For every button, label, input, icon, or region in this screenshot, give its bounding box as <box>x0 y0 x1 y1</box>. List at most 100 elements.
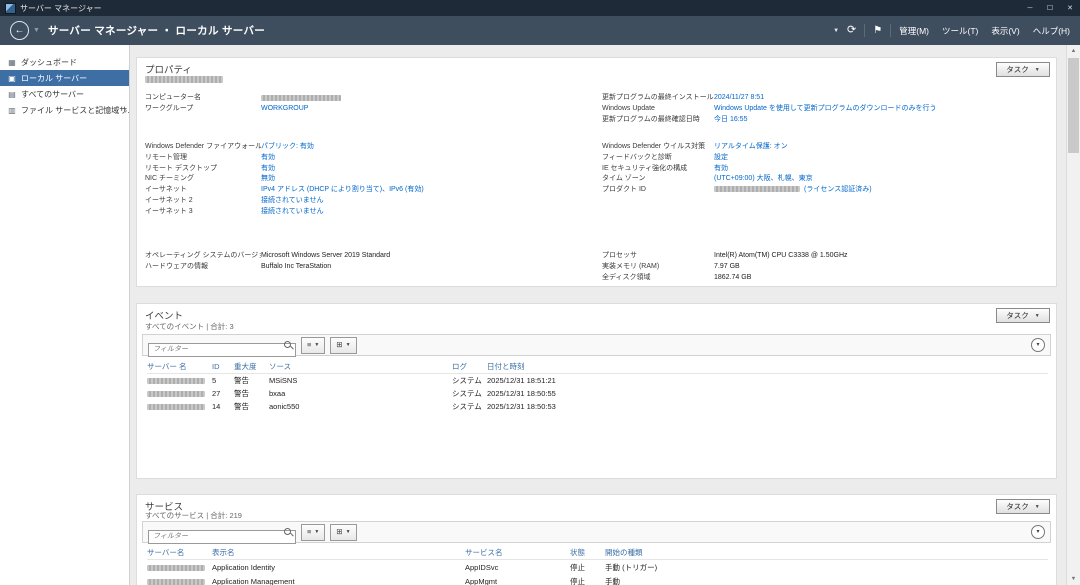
column-header[interactable]: サーバー名 <box>147 547 212 558</box>
service-display-name-cell: Application Identity <box>212 563 465 572</box>
notifications-caret-icon[interactable]: ▼ <box>833 28 839 34</box>
property-value[interactable] <box>261 95 341 101</box>
services-layout-menu-button[interactable]: ⊞ ▼ <box>330 524 356 541</box>
services-collapse-button[interactable]: ▾ <box>1031 525 1045 539</box>
sidebar-item-all-servers[interactable]: ▤ すべてのサーバー <box>0 86 129 102</box>
sidebar-item-file-storage-services[interactable]: ▥ ファイル サービスと記憶域サ... › <box>0 102 129 118</box>
service-row[interactable]: Application Identity AppIDSvc 停止 手動 (トリガ… <box>147 560 1048 574</box>
property-value[interactable]: 無効 <box>261 174 597 185</box>
property-row: ワークグループ WORKGROUP <box>145 104 597 115</box>
property-value[interactable]: 有効 <box>261 153 597 164</box>
scroll-down-icon[interactable]: ▼ <box>1067 573 1080 585</box>
column-header[interactable]: 開始の種類 <box>605 547 1048 558</box>
property-row: タイム ゾーン (UTC+09:00) 大阪、札幌、東京 <box>602 174 1048 185</box>
column-header[interactable]: ソース <box>269 361 452 372</box>
service-status-cell: 停止 <box>570 576 605 585</box>
events-tasks-button[interactable]: タスク ▼ <box>996 308 1050 323</box>
services-filter-input[interactable] <box>148 530 296 544</box>
main-content: プロパティ タスク ▼ コンピューター名 ワークグループ WORKGROUP <box>130 45 1066 585</box>
services-tasks-button[interactable]: タスク ▼ <box>996 499 1050 514</box>
property-value[interactable]: Buffalo Inc TeraStation <box>261 262 597 273</box>
notifications-flag-icon[interactable]: ⚑ <box>873 25 882 36</box>
property-value[interactable]: 有効 <box>714 164 1048 175</box>
property-value[interactable]: WORKGROUP <box>261 104 597 115</box>
history-caret-icon[interactable]: ▼ <box>33 27 40 34</box>
property-value[interactable]: 2024/11/27 8:51 <box>714 93 1048 104</box>
property-row: リモート管理 有効 <box>145 153 597 164</box>
property-value[interactable]: 接続されていません <box>261 207 597 218</box>
caret-down-icon: ▼ <box>346 529 351 535</box>
search-icon[interactable] <box>284 528 293 537</box>
property-value[interactable]: 有効 <box>261 164 597 175</box>
caret-down-icon: ▼ <box>1035 504 1040 510</box>
events-saved-queries-button[interactable]: ≡ ▼ <box>301 337 325 354</box>
events-title: イベント <box>145 308 183 322</box>
property-value[interactable]: 1862.74 GB <box>714 273 1048 284</box>
property-value[interactable]: Intel(R) Atom(TM) CPU C3338 @ 1.50GHz <box>714 251 1048 262</box>
menu-view[interactable]: 表示(V) <box>991 25 1019 37</box>
property-label: タイム ゾーン <box>602 174 714 185</box>
property-row: イーサネット 2 接続されていません <box>145 196 597 207</box>
property-value[interactable]: Windows Update を使用して更新プログラムのダウンロードのみを行う <box>714 104 1048 115</box>
maximize-button[interactable]: ☐ <box>1040 0 1060 16</box>
services-saved-queries-button[interactable]: ≡ ▼ <box>301 524 325 541</box>
event-row[interactable]: 14 警告 aonic550 システム 2025/12/31 18:50:53 <box>147 400 1048 413</box>
properties-tasks-button[interactable]: タスク ▼ <box>996 62 1050 77</box>
properties-left-band-2: Windows Defender ファイアウォール パブリック: 有効 リモート… <box>145 142 597 218</box>
vertical-scrollbar[interactable]: ▲ ▼ <box>1066 45 1080 585</box>
property-label: 更新プログラムの最終インストール日時 <box>602 93 714 104</box>
event-log-cell: システム <box>452 388 487 399</box>
column-header[interactable]: 日付と時刻 <box>487 361 1048 372</box>
sidebar-item-dashboard[interactable]: ▦ ダッシュボード <box>0 54 129 70</box>
column-header[interactable]: 表示名 <box>212 547 465 558</box>
menu-tools[interactable]: ツール(T) <box>942 25 978 37</box>
property-row: Windows Update Windows Update を使用して更新プログ… <box>602 104 1048 115</box>
property-value[interactable]: パブリック: 有効 <box>261 142 597 153</box>
properties-panel: プロパティ タスク ▼ コンピューター名 ワークグループ WORKGROUP <box>136 57 1057 287</box>
property-row: Windows Defender ファイアウォール パブリック: 有効 <box>145 142 597 153</box>
property-value[interactable]: 7.97 GB <box>714 262 1048 273</box>
sidebar-item-label: ダッシュボード <box>21 57 77 68</box>
events-filter-input[interactable] <box>148 343 296 357</box>
minimize-button[interactable]: ─ <box>1020 0 1040 16</box>
back-arrow-icon: ← <box>15 26 25 36</box>
service-row[interactable]: Application Management AppMgmt 停止 手動 <box>147 574 1048 585</box>
scrollbar-thumb[interactable] <box>1068 58 1079 153</box>
search-icon[interactable] <box>284 341 293 350</box>
events-layout-menu-button[interactable]: ⊞ ▼ <box>330 337 356 354</box>
scroll-up-icon[interactable]: ▲ <box>1067 45 1080 57</box>
column-header[interactable]: サーバー 名 <box>147 361 212 372</box>
column-header[interactable]: 重大度 <box>234 361 269 372</box>
property-value[interactable]: リアルタイム保護: オン <box>714 142 1048 153</box>
sidebar-item-icon: ▤ <box>7 90 17 99</box>
events-toolbar: ≡ ▼ ⊞ ▼ ▾ <box>142 334 1051 356</box>
property-value[interactable]: (UTC+09:00) 大阪、札幌、東京 <box>714 174 1048 185</box>
property-value[interactable]: 今日 16:55 <box>714 115 1048 126</box>
refresh-icon[interactable]: ⟳ <box>847 25 856 36</box>
event-id-cell: 5 <box>212 376 234 385</box>
property-value[interactable]: Microsoft Windows Server 2019 Standard <box>261 251 597 262</box>
column-header[interactable]: サービス名 <box>465 547 570 558</box>
menu-manage[interactable]: 管理(M) <box>899 25 929 37</box>
back-button[interactable]: ← <box>10 21 29 40</box>
property-value[interactable]: 接続されていません <box>261 196 597 207</box>
property-value[interactable]: IPv4 アドレス (DHCP により割り当て)、IPv6 (有効) <box>261 185 597 196</box>
events-summary: すべてのイベント | 合計: 3 <box>145 321 234 332</box>
event-row[interactable]: 5 警告 MSiSNS システム 2025/12/31 18:51:21 <box>147 374 1048 387</box>
column-header[interactable]: 状態 <box>570 547 605 558</box>
property-value[interactable]: 設定 <box>714 153 1048 164</box>
property-label: コンピューター名 <box>145 93 261 104</box>
events-collapse-button[interactable]: ▾ <box>1031 338 1045 352</box>
server-name-redacted <box>147 565 205 571</box>
column-header[interactable]: ログ <box>452 361 487 372</box>
sidebar: ▦ ダッシュボード ▣ ローカル サーバー ▤ すべてのサーバー ▥ ファイル … <box>0 45 130 585</box>
property-value[interactable]: (ライセンス認証済み) <box>714 185 1048 196</box>
event-row[interactable]: 27 警告 bxaa システム 2025/12/31 18:50:55 <box>147 387 1048 400</box>
menu-help[interactable]: ヘルプ(H) <box>1033 25 1070 37</box>
column-header[interactable]: ID <box>212 362 234 371</box>
sidebar-item-local-server[interactable]: ▣ ローカル サーバー <box>0 70 129 86</box>
services-table-body: Application Identity AppIDSvc 停止 手動 (トリガ… <box>147 560 1048 585</box>
property-row: 実装メモリ (RAM) 7.97 GB <box>602 262 1048 273</box>
property-label: オペレーティング システムのバージョン <box>145 251 261 262</box>
close-button[interactable]: ✕ <box>1060 0 1080 16</box>
